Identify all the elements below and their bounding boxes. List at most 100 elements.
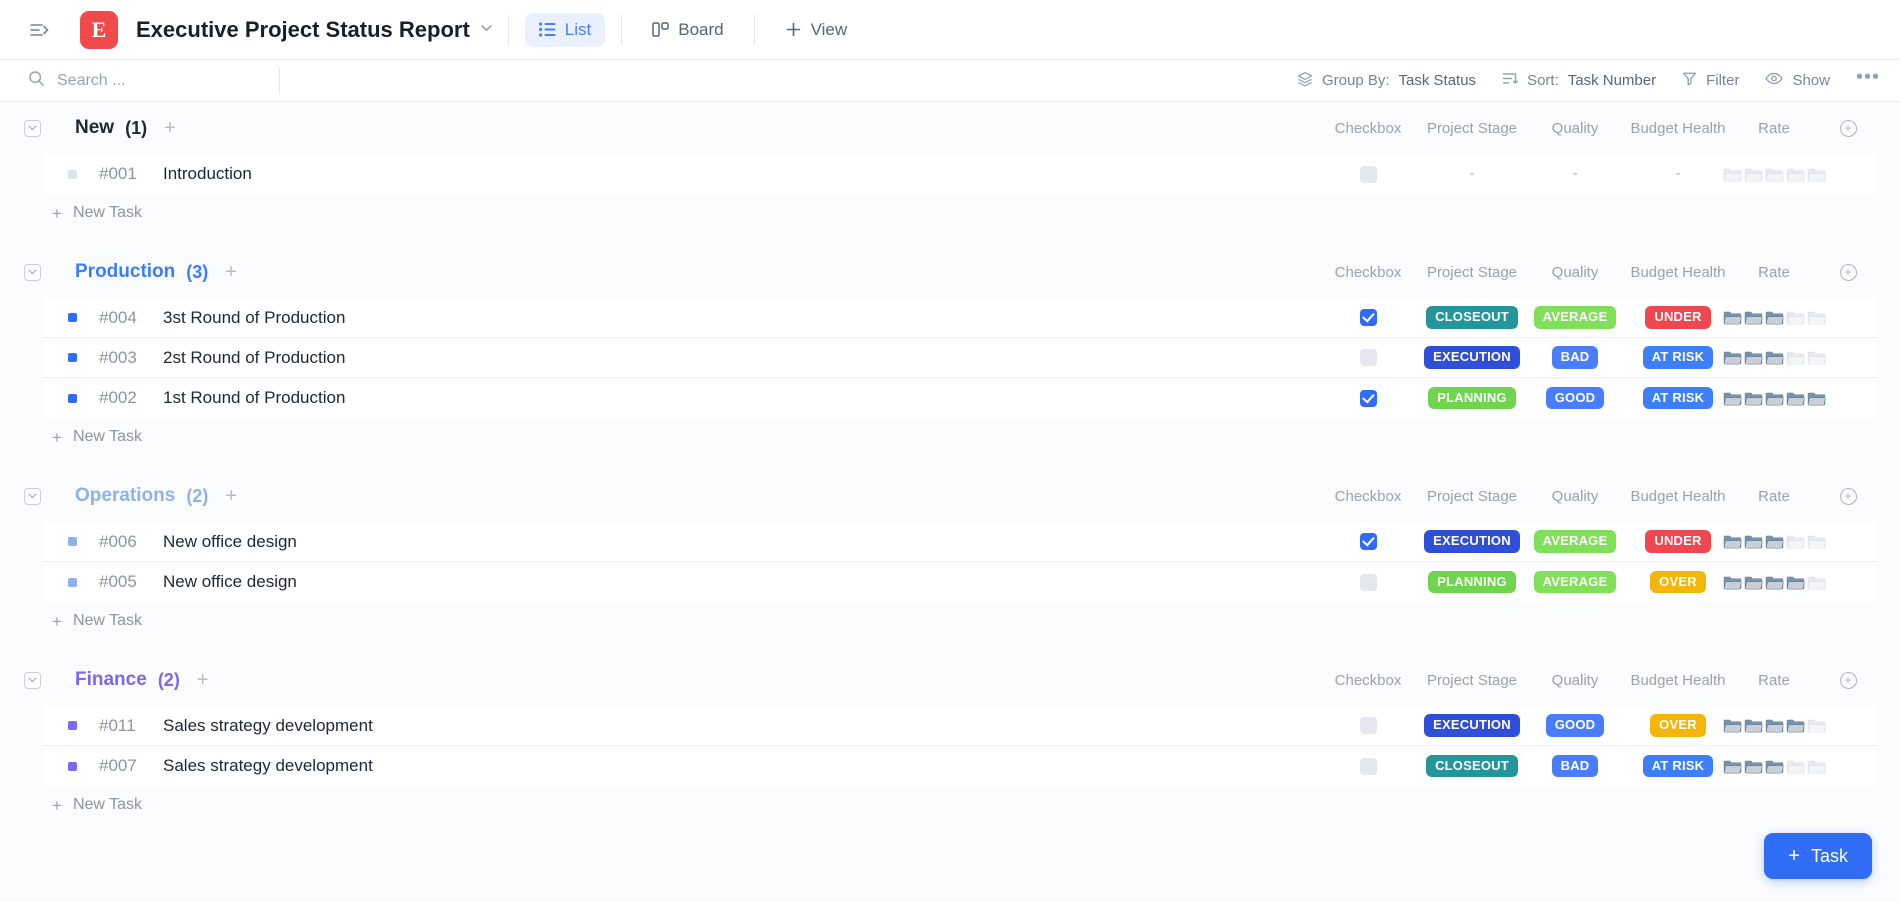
- project-stage-badge[interactable]: CLOSEOUT: [1426, 306, 1518, 329]
- new-task-button-production[interactable]: +New Task: [0, 418, 1900, 456]
- task-checkbox[interactable]: [1360, 574, 1377, 591]
- cell-rate[interactable]: [1730, 350, 1818, 365]
- table-row[interactable]: #011Sales strategy developmentEXECUTIONG…: [42, 706, 1878, 746]
- add-column-button[interactable]: +: [1840, 672, 1857, 689]
- tab-board[interactable]: Board: [638, 13, 737, 47]
- group-add-task-new[interactable]: +: [164, 118, 176, 138]
- group-add-task-finance[interactable]: +: [197, 670, 209, 690]
- search-box[interactable]: [28, 68, 280, 94]
- cell-rate[interactable]: [1730, 718, 1818, 733]
- group-by-button[interactable]: Group By: Task Status: [1297, 71, 1476, 91]
- task-name[interactable]: 1st Round of Production: [163, 388, 345, 408]
- quality-badge[interactable]: AVERAGE: [1534, 530, 1617, 553]
- budget-health-badge[interactable]: OVER: [1650, 571, 1706, 594]
- task-checkbox[interactable]: [1360, 390, 1377, 407]
- quality-badge[interactable]: BAD: [1552, 346, 1599, 369]
- column-header-project-stage[interactable]: Project Stage: [1420, 264, 1524, 281]
- add-column-button[interactable]: +: [1840, 264, 1857, 281]
- column-header-budget-health[interactable]: Budget Health: [1626, 488, 1730, 505]
- column-header-project-stage[interactable]: Project Stage: [1420, 672, 1524, 689]
- group-add-task-production[interactable]: +: [225, 262, 237, 282]
- task-name[interactable]: Sales strategy development: [163, 716, 373, 736]
- add-column-button[interactable]: +: [1840, 120, 1857, 137]
- sort-button[interactable]: Sort: Task Number: [1502, 71, 1656, 90]
- new-task-button-finance[interactable]: +New Task: [0, 786, 1900, 824]
- filter-button[interactable]: Filter: [1682, 71, 1739, 90]
- column-header-budget-health[interactable]: Budget Health: [1626, 120, 1730, 137]
- task-name[interactable]: 2st Round of Production: [163, 348, 345, 368]
- task-checkbox[interactable]: [1360, 309, 1377, 326]
- column-header-project-stage[interactable]: Project Stage: [1420, 120, 1524, 137]
- task-name[interactable]: New office design: [163, 572, 297, 592]
- quality-badge[interactable]: AVERAGE: [1534, 306, 1617, 329]
- project-stage-badge[interactable]: PLANNING: [1428, 571, 1516, 594]
- collapse-toggle-production[interactable]: [24, 264, 41, 281]
- column-header-rate[interactable]: Rate: [1730, 488, 1818, 505]
- cell-rate[interactable]: [1730, 391, 1818, 406]
- rate-folders[interactable]: [1723, 350, 1826, 365]
- budget-health-badge[interactable]: AT RISK: [1643, 755, 1713, 778]
- rate-folders[interactable]: [1723, 391, 1826, 406]
- table-row[interactable]: #006New office designEXECUTIONAVERAGEUND…: [42, 522, 1878, 562]
- column-header-checkbox[interactable]: Checkbox: [1316, 488, 1420, 505]
- column-header-checkbox[interactable]: Checkbox: [1316, 264, 1420, 281]
- cell-rate[interactable]: [1730, 534, 1818, 549]
- task-name[interactable]: Introduction: [163, 164, 252, 184]
- new-task-button-new[interactable]: +New Task: [0, 194, 1900, 232]
- hamburger-menu-icon[interactable]: [22, 13, 56, 47]
- column-header-checkbox[interactable]: Checkbox: [1316, 120, 1420, 137]
- task-name[interactable]: 3st Round of Production: [163, 308, 345, 328]
- column-header-checkbox[interactable]: Checkbox: [1316, 672, 1420, 689]
- quality-badge[interactable]: BAD: [1552, 755, 1599, 778]
- table-row[interactable]: #0021st Round of ProductionPLANNINGGOODA…: [42, 378, 1878, 418]
- project-stage-badge[interactable]: EXECUTION: [1424, 346, 1520, 369]
- column-header-quality[interactable]: Quality: [1524, 488, 1626, 505]
- add-column-button[interactable]: +: [1840, 488, 1857, 505]
- rate-folders[interactable]: [1723, 167, 1826, 182]
- quality-badge[interactable]: GOOD: [1546, 387, 1605, 410]
- project-stage-badge[interactable]: PLANNING: [1428, 387, 1516, 410]
- column-header-project-stage[interactable]: Project Stage: [1420, 488, 1524, 505]
- column-header-quality[interactable]: Quality: [1524, 120, 1626, 137]
- rate-folders[interactable]: [1723, 310, 1826, 325]
- column-header-quality[interactable]: Quality: [1524, 672, 1626, 689]
- new-task-button-operations[interactable]: +New Task: [0, 602, 1900, 640]
- cell-rate[interactable]: [1730, 310, 1818, 325]
- task-checkbox[interactable]: [1360, 349, 1377, 366]
- column-header-rate[interactable]: Rate: [1730, 672, 1818, 689]
- project-stage-badge[interactable]: CLOSEOUT: [1426, 755, 1518, 778]
- task-name[interactable]: Sales strategy development: [163, 756, 373, 776]
- add-task-fab[interactable]: + Task: [1764, 833, 1872, 879]
- task-checkbox[interactable]: [1360, 758, 1377, 775]
- task-checkbox[interactable]: [1360, 717, 1377, 734]
- rate-folders[interactable]: [1723, 534, 1826, 549]
- rate-folders[interactable]: [1723, 575, 1826, 590]
- column-header-budget-health[interactable]: Budget Health: [1626, 264, 1730, 281]
- budget-health-badge[interactable]: UNDER: [1645, 530, 1710, 553]
- more-options-button[interactable]: •••: [1856, 66, 1880, 95]
- column-header-budget-health[interactable]: Budget Health: [1626, 672, 1730, 689]
- table-row[interactable]: #007Sales strategy developmentCLOSEOUTBA…: [42, 746, 1878, 786]
- group-add-task-operations[interactable]: +: [225, 486, 237, 506]
- show-button[interactable]: Show: [1765, 72, 1830, 89]
- table-row[interactable]: #0043st Round of ProductionCLOSEOUTAVERA…: [42, 298, 1878, 338]
- budget-health-badge[interactable]: UNDER: [1645, 306, 1710, 329]
- column-header-rate[interactable]: Rate: [1730, 120, 1818, 137]
- chevron-down-icon[interactable]: [481, 24, 492, 35]
- column-header-rate[interactable]: Rate: [1730, 264, 1818, 281]
- collapse-toggle-finance[interactable]: [24, 672, 41, 689]
- cell-rate[interactable]: [1730, 575, 1818, 590]
- project-stage-badge[interactable]: EXECUTION: [1424, 530, 1520, 553]
- table-row[interactable]: #0032st Round of ProductionEXECUTIONBADA…: [42, 338, 1878, 378]
- project-stage-badge[interactable]: EXECUTION: [1424, 714, 1520, 737]
- rate-folders[interactable]: [1723, 759, 1826, 774]
- column-header-quality[interactable]: Quality: [1524, 264, 1626, 281]
- collapse-toggle-operations[interactable]: [24, 488, 41, 505]
- table-row[interactable]: #005New office designPLANNINGAVERAGEOVER: [42, 562, 1878, 602]
- table-row[interactable]: #001Introduction---: [42, 154, 1878, 194]
- task-name[interactable]: New office design: [163, 532, 297, 552]
- quality-badge[interactable]: GOOD: [1546, 714, 1605, 737]
- collapse-toggle-new[interactable]: [24, 120, 41, 137]
- search-input[interactable]: [57, 72, 247, 90]
- task-checkbox[interactable]: [1360, 166, 1377, 183]
